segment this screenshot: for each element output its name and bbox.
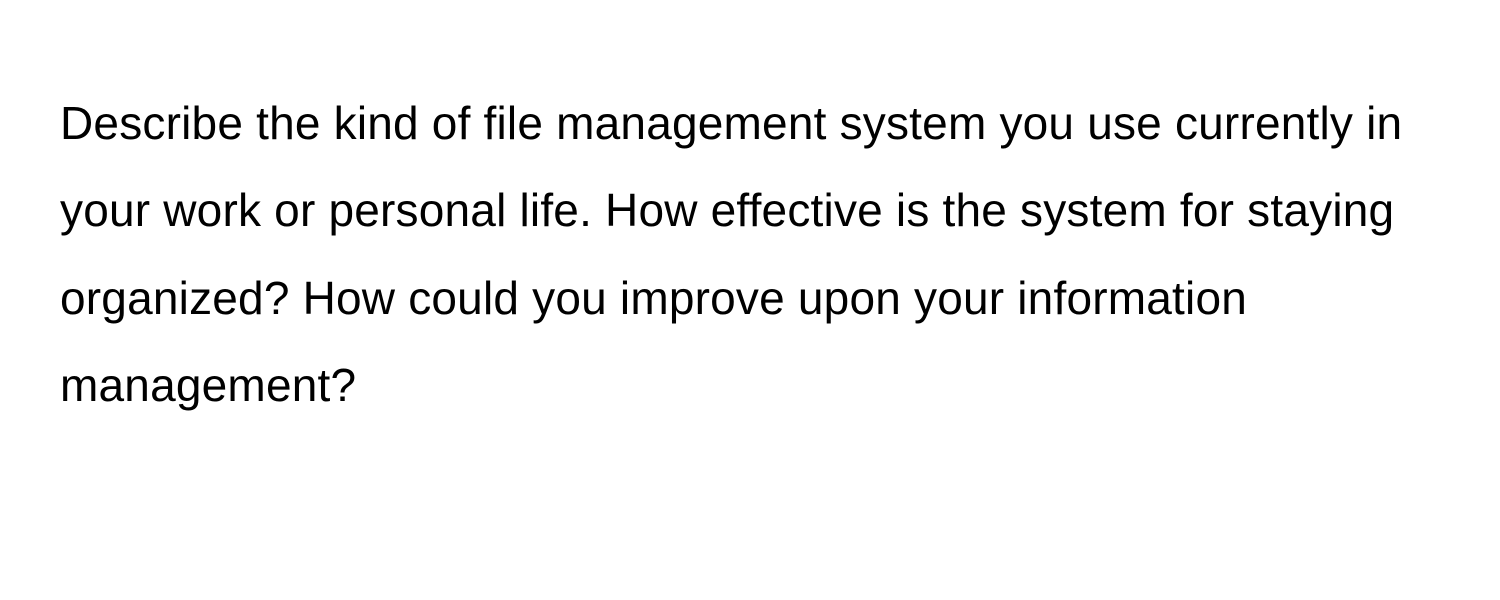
document-body-text: Describe the kind of file management sys… [60,80,1440,430]
